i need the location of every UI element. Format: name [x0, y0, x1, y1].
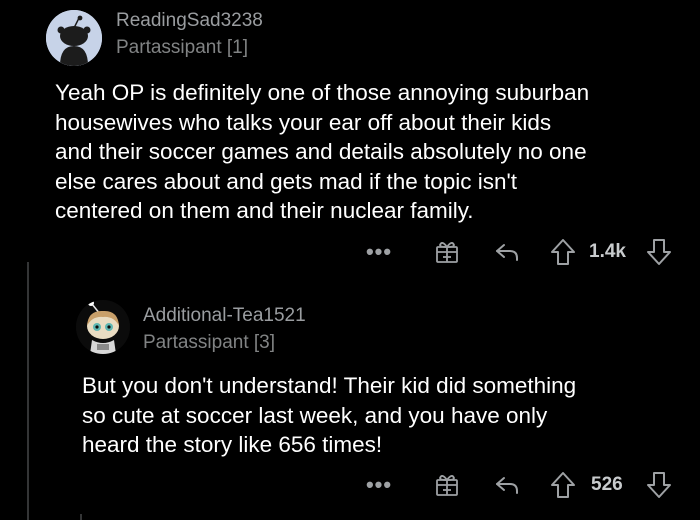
upvote-arrow-icon[interactable]: [548, 236, 578, 268]
comment-actions: •••: [360, 469, 680, 501]
thread-line[interactable]: [80, 514, 82, 520]
vote-score: 526: [591, 474, 623, 495]
comment-body-line: centered on them and their nuclear famil…: [55, 198, 474, 223]
comment-body-line: so cute at soccer last week, and you hav…: [82, 402, 548, 428]
downvote-arrow-icon[interactable]: [644, 236, 674, 268]
more-options-button[interactable]: •••: [362, 236, 396, 268]
custom-avatar-icon[interactable]: [76, 300, 130, 354]
comment-body-line: But you don't understand! Their kid did …: [82, 373, 577, 398]
downvote-arrow-icon[interactable]: [644, 469, 674, 501]
comment-author[interactable]: ReadingSad3238: [116, 10, 263, 32]
comment-body-line: heard the story like 656 times!: [82, 432, 383, 457]
upvote-arrow-icon[interactable]: [548, 469, 578, 501]
comment-body-line: Yeah OP is definitely one of those annoy…: [55, 80, 590, 105]
user-flair: Partassipant [3]: [143, 332, 276, 353]
comment-body-line: housewives who talks your ear off about …: [55, 109, 552, 135]
snoo-avatar-icon[interactable]: [46, 10, 102, 66]
comment-body-line: else cares about and gets mad if the top…: [55, 168, 518, 194]
comment-actions: •••: [360, 236, 680, 268]
comment-author[interactable]: Additional-Tea1521: [143, 305, 306, 327]
vote-score: 1.4k: [589, 241, 626, 262]
reply-arrow-icon[interactable]: [492, 469, 522, 501]
thread-line[interactable]: [27, 262, 29, 520]
comment-body: Yeah OP is definitely one of those annoy…: [55, 78, 589, 226]
more-options-button[interactable]: •••: [362, 469, 396, 501]
comment-body: But you don't understand! Their kid did …: [82, 371, 576, 460]
reply-arrow-icon[interactable]: [492, 236, 522, 268]
award-gift-icon[interactable]: [432, 236, 462, 268]
user-flair: Partassipant [1]: [116, 37, 249, 58]
comment-body-line: and their soccer games and details absol…: [55, 139, 587, 164]
award-gift-icon[interactable]: [432, 469, 462, 501]
